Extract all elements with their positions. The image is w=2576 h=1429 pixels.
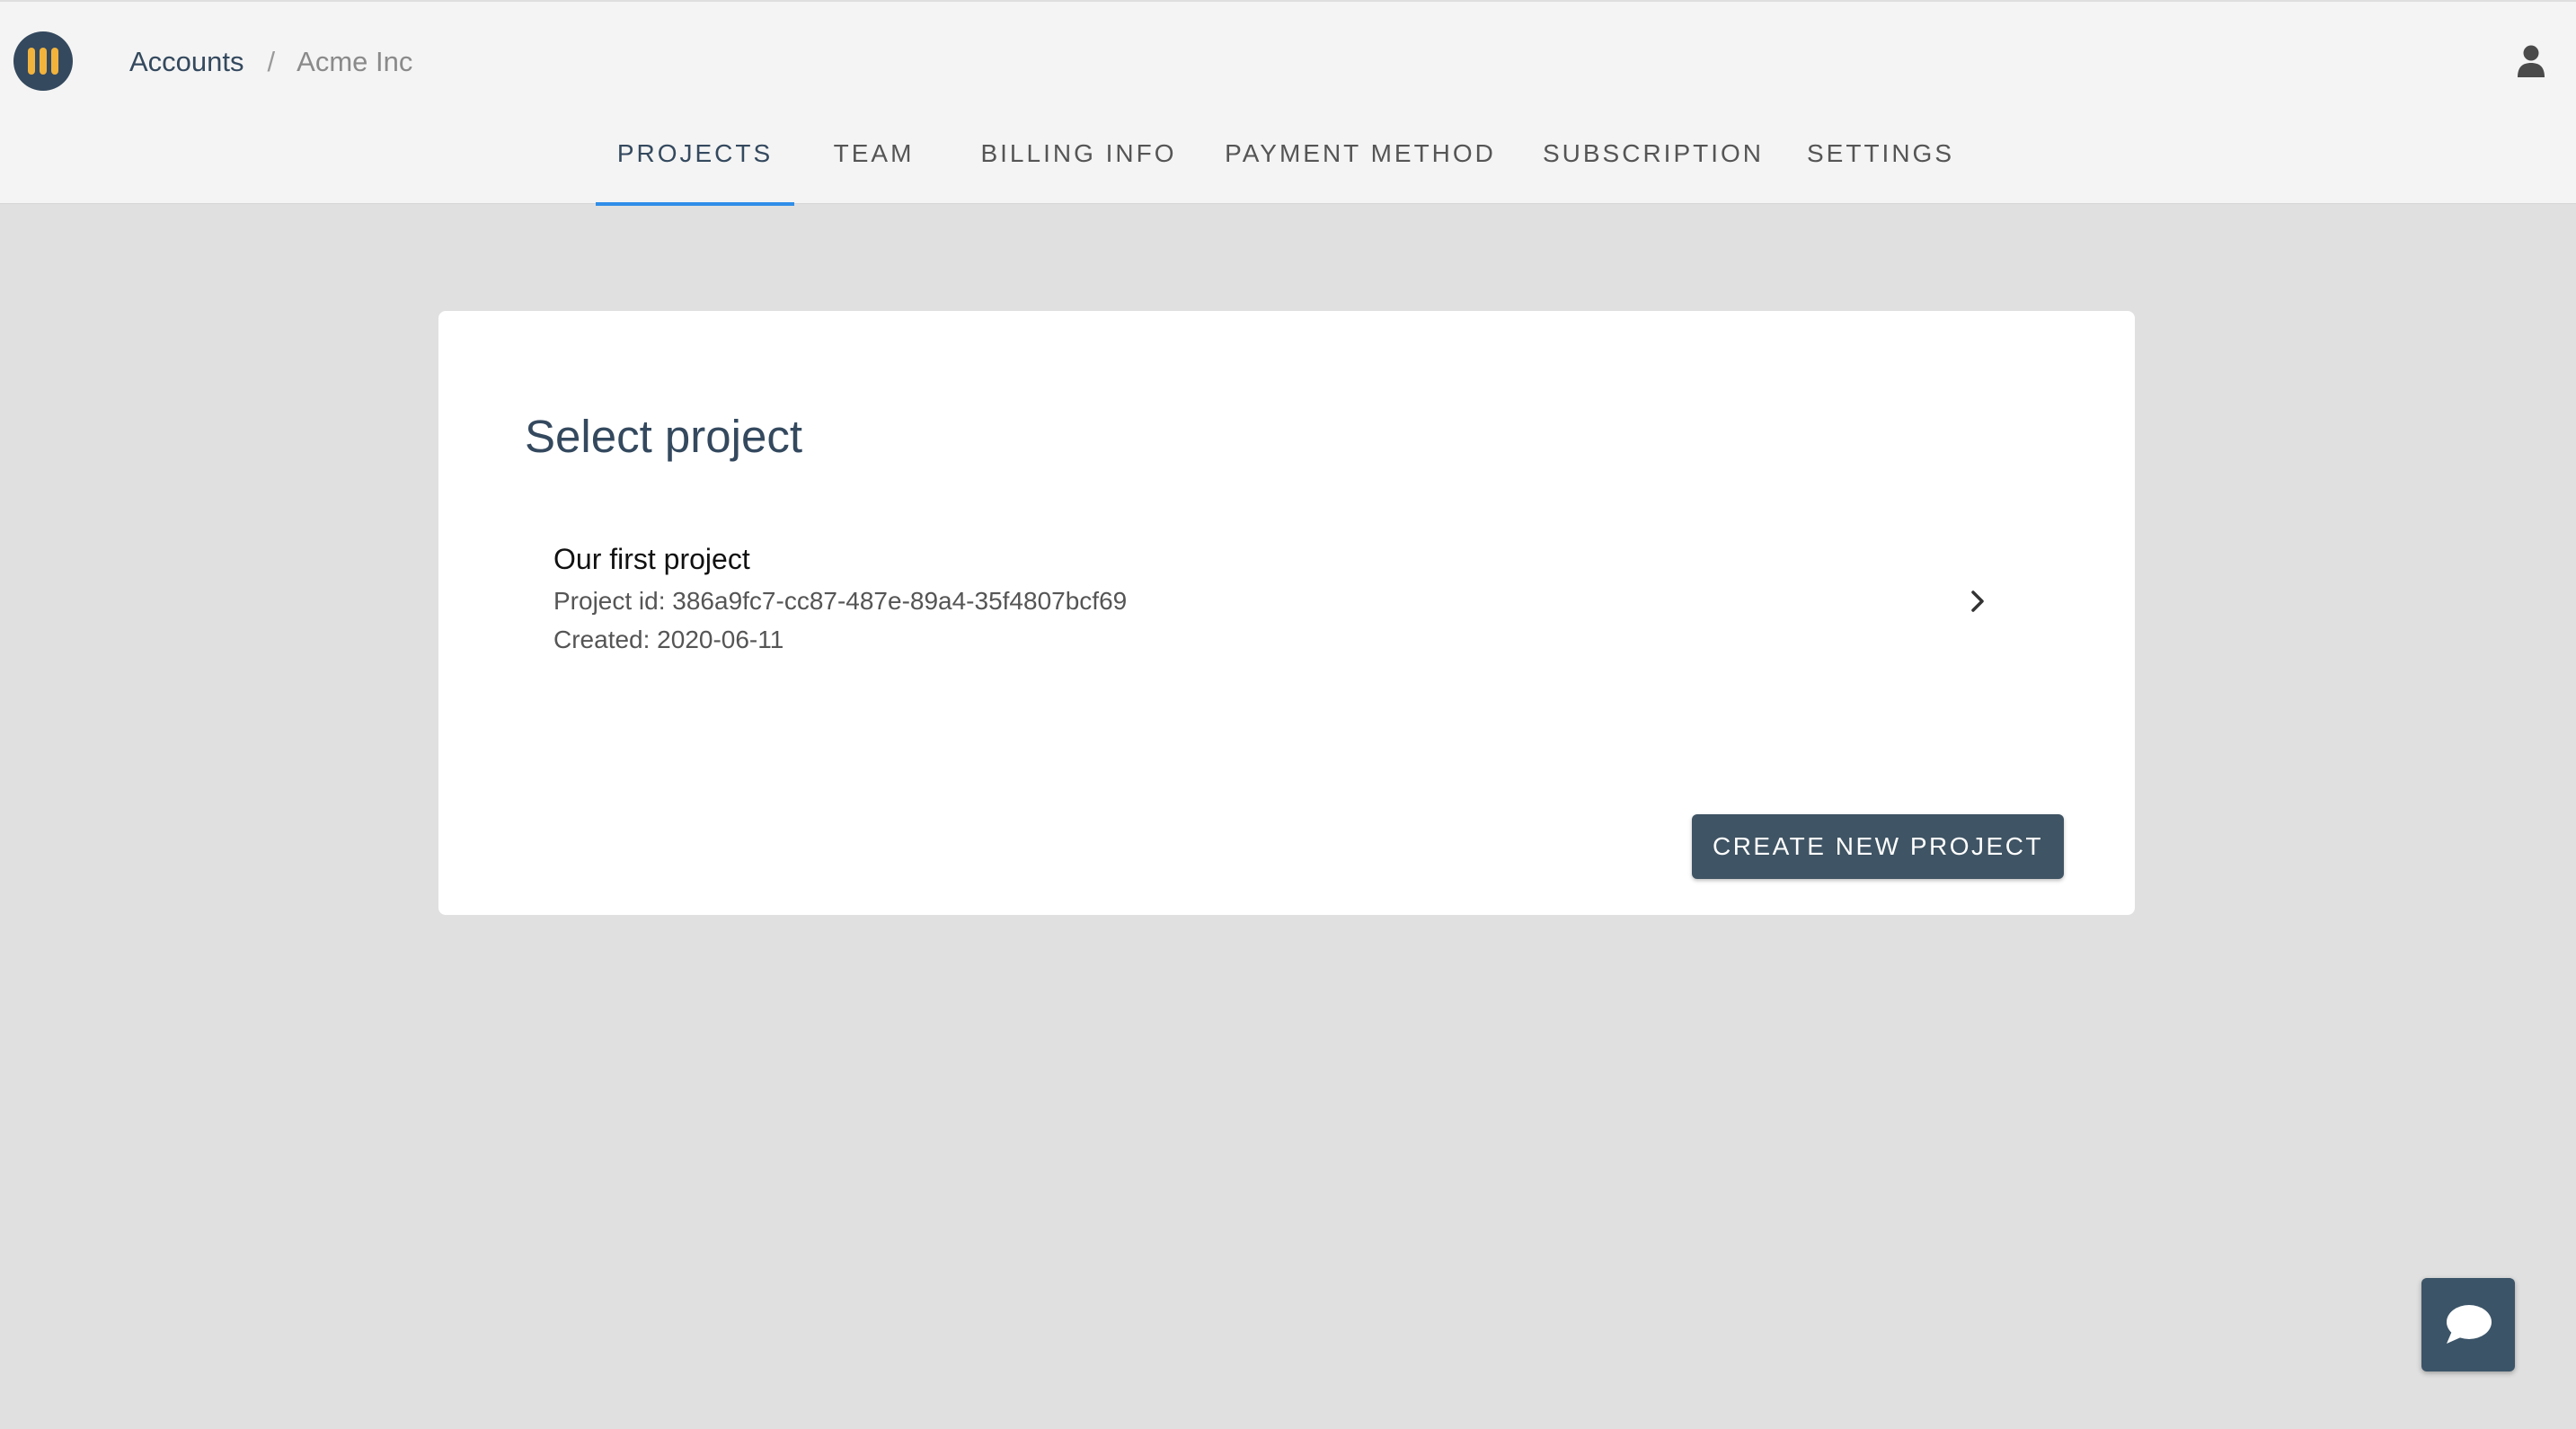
tab-settings[interactable]: SETTINGS (1795, 119, 1966, 206)
bars-logo-icon[interactable] (13, 31, 73, 91)
tab-billing-info[interactable]: BILLING INFO (969, 119, 1189, 206)
user-icon[interactable] (2516, 45, 2546, 77)
breadcrumb-separator: / (267, 46, 276, 77)
tab-subscription[interactable]: SUBSCRIPTION (1541, 119, 1766, 206)
tab-payment-method[interactable]: PAYMENT METHOD (1215, 119, 1506, 206)
top-header: Accounts / Acme Inc PROJECTS TEAM BILLIN… (0, 0, 2576, 206)
page-title: Select project (525, 411, 802, 462)
project-created-date: Created: 2020-06-11 (553, 626, 784, 653)
logo-bar (51, 48, 58, 75)
logo-bar (28, 48, 35, 75)
chat-bubble-icon (2447, 1305, 2492, 1344)
breadcrumb-accounts-link[interactable]: Accounts (129, 46, 244, 78)
chat-button[interactable] (2421, 1278, 2515, 1371)
tab-bar: PROJECTS TEAM BILLING INFO PAYMENT METHO… (0, 119, 2576, 206)
breadcrumb: Accounts / Acme Inc (129, 42, 412, 82)
chevron-right-icon[interactable] (1967, 587, 1988, 616)
create-new-project-button[interactable]: CREATE NEW PROJECT (1692, 814, 2064, 879)
project-id: Project id: 386a9fc7-cc87-487e-89a4-35f4… (553, 587, 1128, 615)
tab-projects[interactable]: PROJECTS (596, 119, 794, 206)
project-name: Our first project (553, 543, 750, 575)
breadcrumb-current: Acme Inc (297, 46, 413, 77)
project-select-card: Select project Our first project Project… (438, 311, 2135, 915)
tab-team[interactable]: TEAM (818, 119, 930, 206)
logo-bar (40, 48, 47, 75)
project-list-item[interactable]: Our first project Project id: 386a9fc7-c… (525, 537, 2079, 672)
